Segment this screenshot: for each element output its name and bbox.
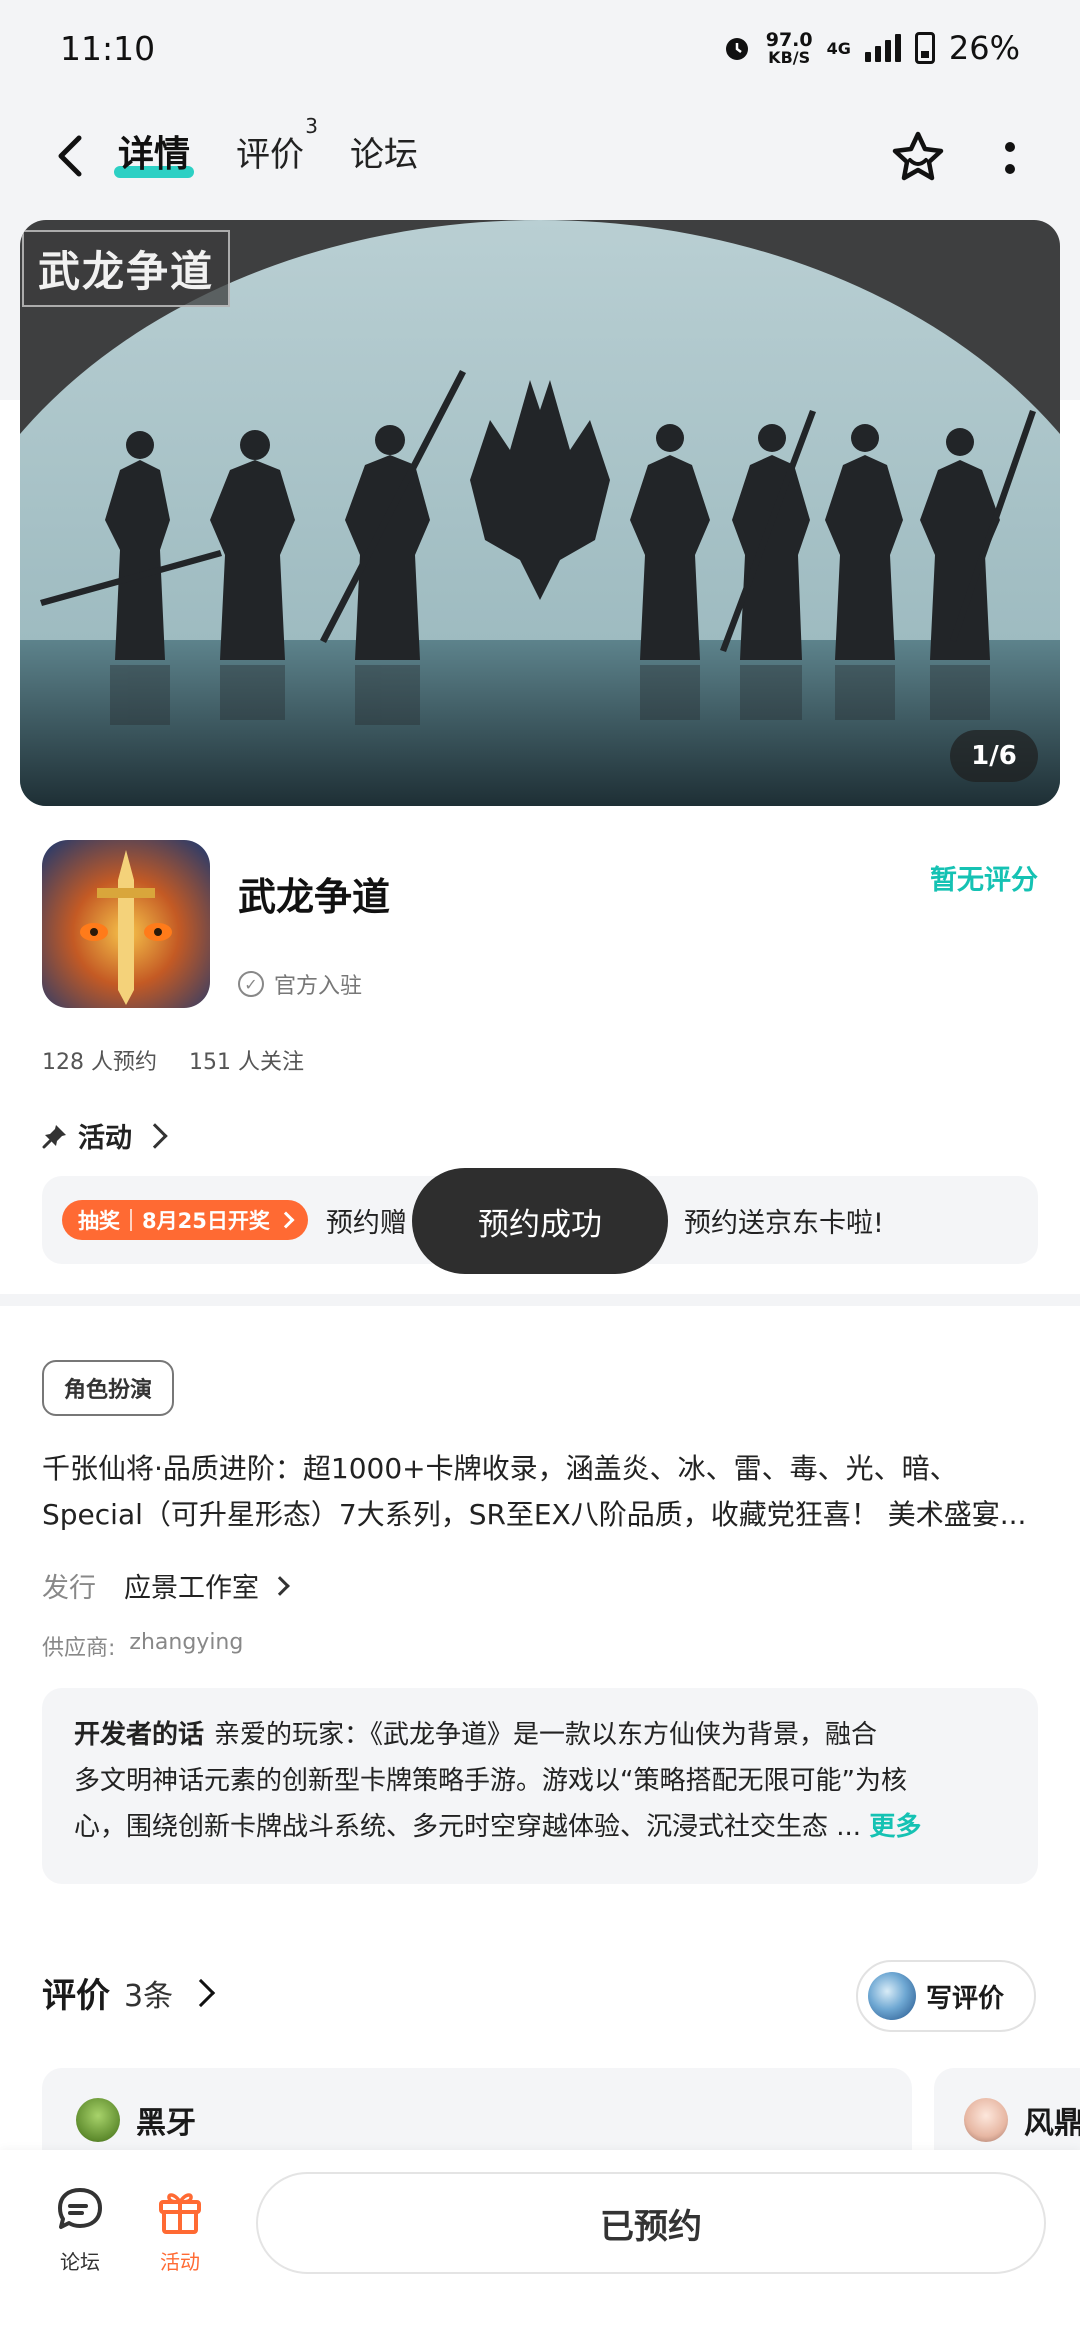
supplier-name: zhangying	[129, 1630, 244, 1655]
publisher-name: 应景工作室	[124, 1573, 259, 1604]
media-banner[interactable]: 武龙争道 1/6	[20, 220, 1060, 806]
tab-reviews[interactable]: 评价 3	[236, 116, 318, 180]
write-review-button[interactable]: 写评价	[856, 1960, 1036, 2032]
game-icon	[42, 840, 210, 1008]
chevron-right-icon	[277, 1211, 295, 1229]
top-nav: 详情 评价 3 论坛	[0, 96, 1080, 220]
battery-level: 26%	[948, 29, 1020, 67]
game-title: 武龙争道	[238, 875, 391, 919]
banner-game-logo: 武龙争道	[22, 230, 231, 307]
reviewer: 黑牙	[76, 2098, 196, 2142]
status-bar: 11:10 97.0 KB/S 4G 26%	[0, 0, 1080, 96]
developer-note-card[interactable]: 开发者的话 亲爱的玩家：《武龙争道》是一款以东方仙侠为背景，融合 多文明神话元素的…	[42, 1688, 1038, 1884]
chevron-right-icon	[270, 1575, 290, 1596]
pill-separator	[130, 1209, 132, 1231]
avatar	[964, 2098, 1008, 2142]
user-avatar	[868, 1972, 916, 2020]
reviewer: 风鼎	[964, 2098, 1080, 2142]
alarm-icon	[725, 38, 748, 60]
back-arrow-icon	[58, 135, 82, 177]
favorite-button[interactable]	[888, 128, 948, 188]
game-stats: 128 人预约 151 人关注	[42, 1044, 304, 1076]
reservation-count: 128 人预约	[42, 1050, 157, 1075]
avatar	[76, 2098, 120, 2142]
more-link[interactable]: 更多	[869, 1812, 921, 1842]
pin-icon	[42, 1124, 66, 1148]
banner-artwork	[20, 220, 1060, 806]
activity-text: 预约赠	[325, 1207, 407, 1239]
bottom-action-bar: 论坛 活动 已预约	[0, 2150, 1080, 2340]
star-icon	[892, 131, 944, 181]
lottery-pill[interactable]: 抽奖 8月25日开奖	[62, 1200, 308, 1240]
chevron-right-icon	[142, 1122, 168, 1149]
reserved-button[interactable]: 已预约	[256, 2172, 1046, 2274]
gift-icon	[159, 2193, 201, 2234]
forum-button[interactable]: 论坛	[40, 2182, 120, 2275]
tab-forum[interactable]: 论坛	[350, 130, 418, 180]
reviewer-name: 风鼎	[1024, 2106, 1080, 2141]
status-icons: 97.0 KB/S 4G 26%	[722, 29, 1020, 67]
activity-button[interactable]: 活动	[140, 2182, 220, 2275]
reviews-count: 3条	[124, 1978, 174, 2014]
back-button[interactable]	[48, 134, 92, 178]
activity-section-header[interactable]: 活动	[42, 1116, 168, 1155]
rating-status: 暂无评分	[930, 865, 1038, 896]
reviews-count-badge: 3	[305, 114, 319, 138]
follower-count: 151 人关注	[189, 1050, 304, 1075]
chevron-right-icon	[186, 1978, 216, 2007]
game-description[interactable]: 千张仙将·品质进阶：超1000+卡牌收录，涵盖炎、冰、雷、毒、光、暗、 Spec…	[42, 1446, 1042, 1538]
publisher-row[interactable]: 发行 应景工作室	[42, 1566, 290, 1605]
signal-icon	[864, 34, 901, 62]
status-time: 11:10	[60, 28, 156, 68]
battery-icon	[914, 32, 935, 64]
genre-tag[interactable]: 角色扮演	[42, 1360, 175, 1416]
check-circle-icon: ✓	[238, 971, 264, 997]
tab-details[interactable]: 详情	[114, 130, 195, 180]
activity-text-tail: 预约送京东卡啦!	[684, 1207, 884, 1239]
reviewer-name: 黑牙	[136, 2106, 196, 2141]
toast-message: 预约成功	[412, 1168, 668, 1274]
network-type: 4G	[826, 38, 851, 58]
net-speed: 97.0 KB/S	[765, 28, 813, 67]
more-options-button[interactable]	[990, 136, 1030, 180]
chat-bubble-icon	[58, 2188, 102, 2229]
banner-page-counter: 1/6	[950, 730, 1038, 782]
section-divider	[0, 1294, 1080, 1306]
official-badge: ✓ 官方入驻	[238, 968, 362, 1000]
reviews-section-header[interactable]: 评价 3条	[42, 1968, 216, 2017]
developer-note-title: 开发者的话	[74, 1720, 205, 1750]
supplier-row: 供应商: zhangying	[42, 1630, 244, 1661]
tab-bar: 详情 评价 3 论坛	[114, 116, 418, 180]
